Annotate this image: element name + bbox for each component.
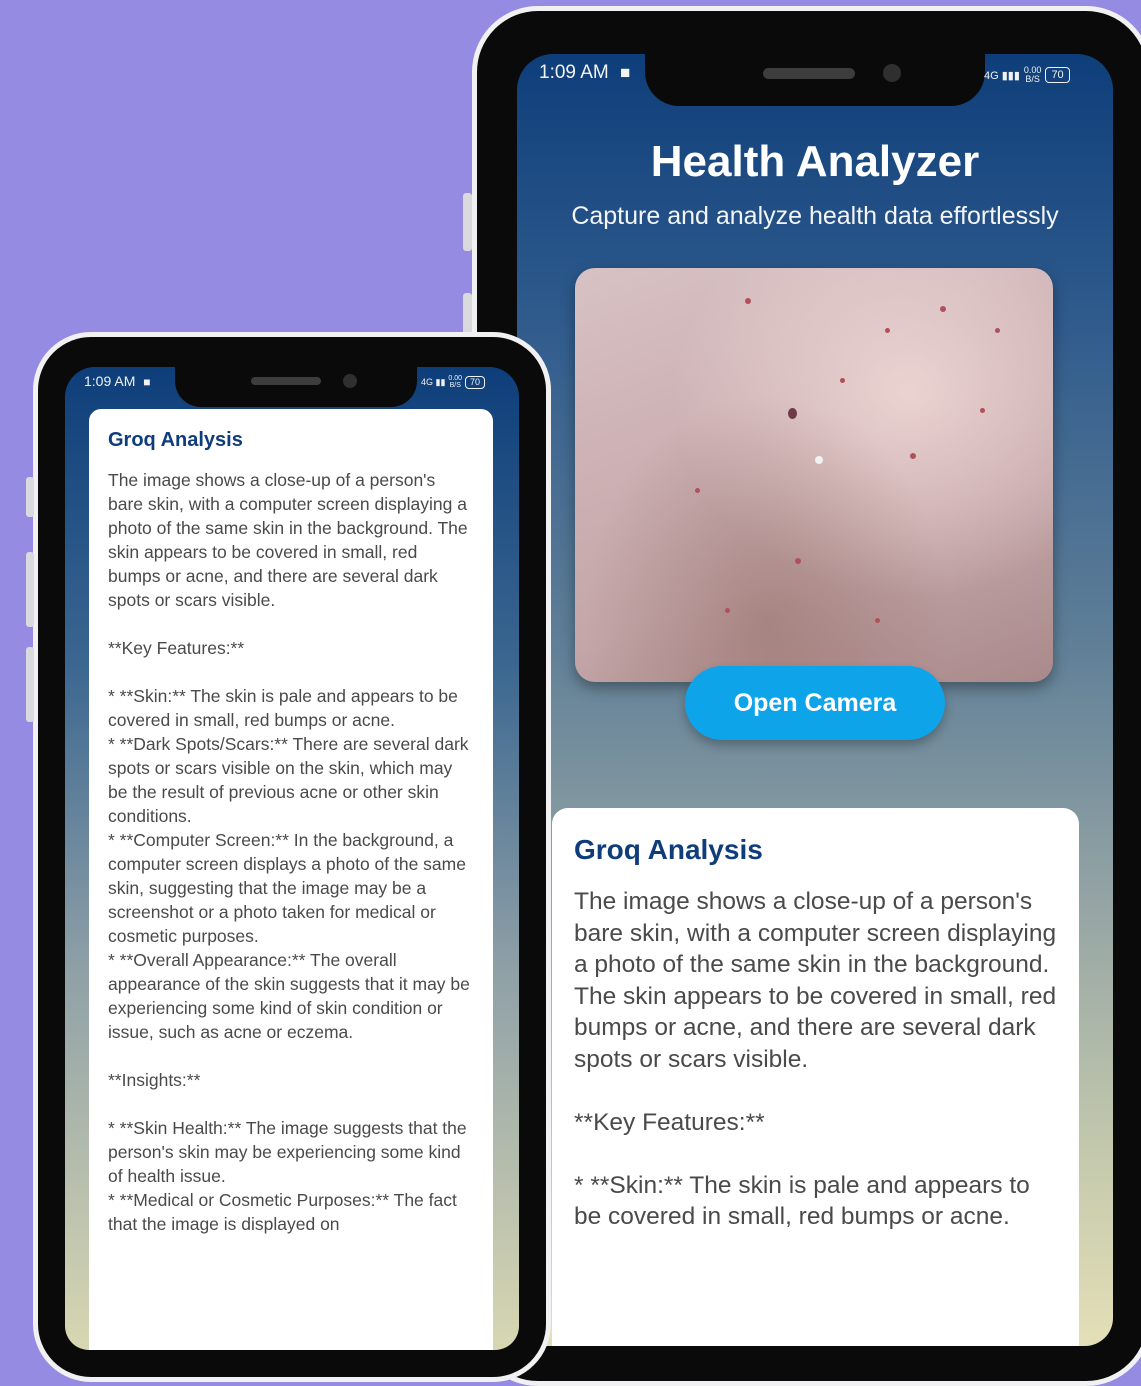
analysis-title: Groq Analysis <box>574 834 763 865</box>
analysis-title: Groq Analysis <box>108 429 243 451</box>
analysis-card: Groq Analysis The image shows a close-up… <box>552 808 1079 1346</box>
battery-icon: 70 <box>1045 67 1070 83</box>
open-camera-button[interactable]: Open Camera <box>685 666 945 740</box>
earpiece-speaker <box>763 68 855 79</box>
signal-icon: 4G ▮▮ <box>421 376 446 387</box>
phone-main: 1:09 AM ■ 4G ▮▮▮ 0.00 B/S 70 Health Anal… <box>463 6 1141 1386</box>
phone-side-button <box>26 552 34 627</box>
battery-icon: 70 <box>465 375 486 389</box>
photo-spot <box>875 618 880 623</box>
phone-side-button <box>463 193 472 251</box>
photo-spot <box>910 453 916 459</box>
camera-notch <box>175 367 417 407</box>
photo-spot <box>940 306 946 312</box>
analysis-text: The image shows a close-up of a person's… <box>108 470 470 1234</box>
photo-spot <box>840 378 845 383</box>
front-camera <box>343 374 357 388</box>
photo-spot <box>795 558 801 564</box>
captured-skin-photo <box>575 268 1053 682</box>
status-indicators: 4G ▮▮ 0.00 B/S 70 <box>421 375 486 389</box>
photo-spot <box>788 408 797 419</box>
signal-icon: 4G ▮▮▮ <box>984 69 1020 82</box>
ghost-icon: ■ <box>143 375 151 389</box>
photo-spot <box>885 328 890 333</box>
photo-spot <box>815 456 823 464</box>
photo-spot <box>695 488 700 493</box>
status-time: 1:09 AM ■ <box>84 373 151 389</box>
photo-spot <box>745 298 751 304</box>
phone-side-button <box>26 477 34 517</box>
analysis-text: The image shows a close-up of a person's… <box>574 888 1057 1230</box>
front-camera <box>883 64 901 82</box>
phone-side-button <box>26 647 34 722</box>
photo-spot <box>725 608 730 613</box>
app-screen-scrolled: 1:09 AM ■ 4G ▮▮ 0.00 B/S 70 Groq Analysi… <box>65 367 519 1350</box>
network-speed: 0.00 B/S <box>448 375 463 389</box>
camera-notch <box>645 54 985 106</box>
photo-spot <box>995 328 1000 333</box>
photo-spot <box>980 408 985 413</box>
analysis-card[interactable]: Groq Analysis The image shows a close-up… <box>89 409 493 1350</box>
earpiece-speaker <box>251 377 321 385</box>
app-title: Health Analyzer <box>650 137 980 186</box>
app-screen: 1:09 AM ■ 4G ▮▮▮ 0.00 B/S 70 Health Anal… <box>517 54 1113 1346</box>
ghost-icon: ■ <box>620 63 631 82</box>
network-speed: 0.00 B/S <box>1023 65 1042 84</box>
app-subtitle: Capture and analyze health data effortle… <box>571 202 1059 230</box>
status-indicators: 4G ▮▮▮ 0.00 B/S 70 <box>984 66 1070 84</box>
status-time: 1:09 AM ■ <box>539 62 631 83</box>
phone-secondary: 1:09 AM ■ 4G ▮▮ 0.00 B/S 70 Groq Analysi… <box>26 332 551 1382</box>
